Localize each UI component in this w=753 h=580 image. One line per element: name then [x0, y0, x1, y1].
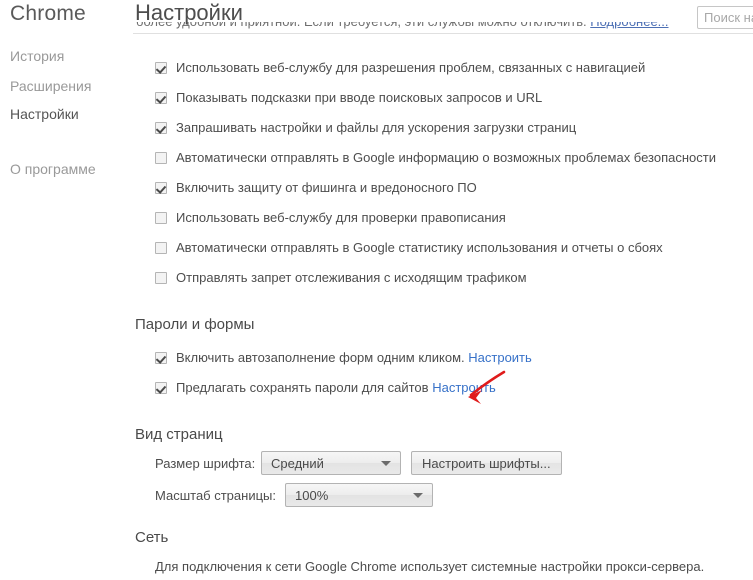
customize-fonts-button[interactable]: Настроить шрифты... — [411, 451, 562, 475]
sidebar-item-extensions[interactable]: Расширения — [10, 78, 91, 94]
settings-content: более удобной и приятной. Если требуется… — [133, 22, 753, 580]
checkbox-prefetch-resources[interactable] — [155, 122, 167, 134]
autofill-text: Включить автозаполнение форм одним клико… — [176, 350, 465, 365]
section-title-appearance: Вид страниц — [135, 426, 223, 443]
checkbox-row-usage-stats[interactable]: Автоматически отправлять в Google статис… — [155, 240, 663, 255]
font-size-label: Размер шрифта: — [155, 455, 256, 471]
chevron-down-icon — [381, 461, 391, 466]
checkbox-row-navigation-webservice[interactable]: Использовать веб-службу для разрешения п… — [155, 60, 645, 75]
checkbox-navigation-webservice[interactable] — [155, 62, 167, 74]
passwords-configure-link[interactable]: Настроить — [432, 380, 496, 395]
sidebar-item-history[interactable]: История — [10, 48, 64, 64]
sidebar-item-about[interactable]: О программе — [10, 161, 96, 177]
section-title-passwords-and-forms: Пароли и формы — [135, 316, 255, 333]
chevron-down-icon — [413, 493, 423, 498]
page-zoom-row: Масштаб страницы: 100% — [155, 483, 433, 507]
clipped-paragraph-text: более удобной и приятной. Если требуется… — [136, 22, 590, 29]
chrome-settings-page: Chrome История Расширения Настройки О пр… — [0, 0, 753, 580]
font-size-value: Средний — [271, 455, 324, 471]
checkbox-label-prefetch-resources: Запрашивать настройки и файлы для ускоре… — [176, 120, 577, 135]
checkbox-row-search-suggestions[interactable]: Показывать подсказки при вводе поисковых… — [155, 90, 542, 105]
checkbox-row-phishing-protection[interactable]: Включить защиту от фишинга и вредоносног… — [155, 180, 477, 195]
checkbox-label-do-not-track: Отправлять запрет отслеживания с исходящ… — [176, 270, 527, 285]
checkbox-row-save-passwords[interactable]: Предлагать сохранять пароли для сайтов Н… — [155, 380, 496, 395]
checkbox-spelling-webservice[interactable] — [155, 212, 167, 224]
clipped-privacy-paragraph: более удобной и приятной. Если требуется… — [136, 22, 736, 32]
font-size-row: Размер шрифта: Средний Настроить шрифты.… — [155, 451, 562, 475]
checkbox-label-report-security-incidents: Автоматически отправлять в Google информ… — [176, 150, 716, 165]
checkbox-label-navigation-webservice: Использовать веб-службу для разрешения п… — [176, 60, 646, 75]
page-zoom-label: Масштаб страницы: — [155, 487, 276, 503]
network-description: Для подключения к сети Google Chrome исп… — [155, 559, 705, 574]
checkbox-row-do-not-track[interactable]: Отправлять запрет отслеживания с исходящ… — [155, 270, 527, 285]
checkbox-autofill[interactable] — [155, 352, 167, 364]
save-passwords-text: Предлагать сохранять пароли для сайтов — [176, 380, 429, 395]
checkbox-label-phishing-protection: Включить защиту от фишинга и вредоносног… — [176, 180, 477, 195]
checkbox-label-usage-stats: Автоматически отправлять в Google статис… — [176, 240, 663, 255]
checkbox-label-search-suggestions: Показывать подсказки при вводе поисковых… — [176, 90, 543, 105]
checkbox-label-spelling-webservice: Использовать веб-службу для проверки пра… — [176, 210, 506, 225]
checkbox-row-autofill[interactable]: Включить автозаполнение форм одним клико… — [155, 350, 532, 365]
checkbox-search-suggestions[interactable] — [155, 92, 167, 104]
checkbox-label-autofill: Включить автозаполнение форм одним клико… — [176, 350, 532, 365]
checkbox-usage-stats[interactable] — [155, 242, 167, 254]
learn-more-link[interactable]: Подробнее... — [590, 22, 668, 29]
page-zoom-value: 100% — [295, 487, 329, 503]
checkbox-phishing-protection[interactable] — [155, 182, 167, 194]
autofill-configure-link[interactable]: Настроить — [468, 350, 532, 365]
sidebar: Chrome История Расширения Настройки О пр… — [0, 0, 133, 580]
font-size-select[interactable]: Средний — [261, 451, 401, 475]
checkbox-row-prefetch-resources[interactable]: Запрашивать настройки и файлы для ускоре… — [155, 120, 576, 135]
sidebar-item-settings[interactable]: Настройки — [10, 106, 79, 122]
brand-title: Chrome — [10, 2, 86, 25]
page-zoom-select[interactable]: 100% — [285, 483, 433, 507]
checkbox-row-report-security-incidents[interactable]: Автоматически отправлять в Google информ… — [155, 150, 716, 165]
checkbox-report-security-incidents[interactable] — [155, 152, 167, 164]
checkbox-row-spelling-webservice[interactable]: Использовать веб-службу для проверки пра… — [155, 210, 506, 225]
checkbox-save-passwords[interactable] — [155, 382, 167, 394]
checkbox-label-save-passwords: Предлагать сохранять пароли для сайтов Н… — [176, 380, 496, 395]
checkbox-do-not-track[interactable] — [155, 272, 167, 284]
section-title-network: Сеть — [135, 529, 169, 546]
